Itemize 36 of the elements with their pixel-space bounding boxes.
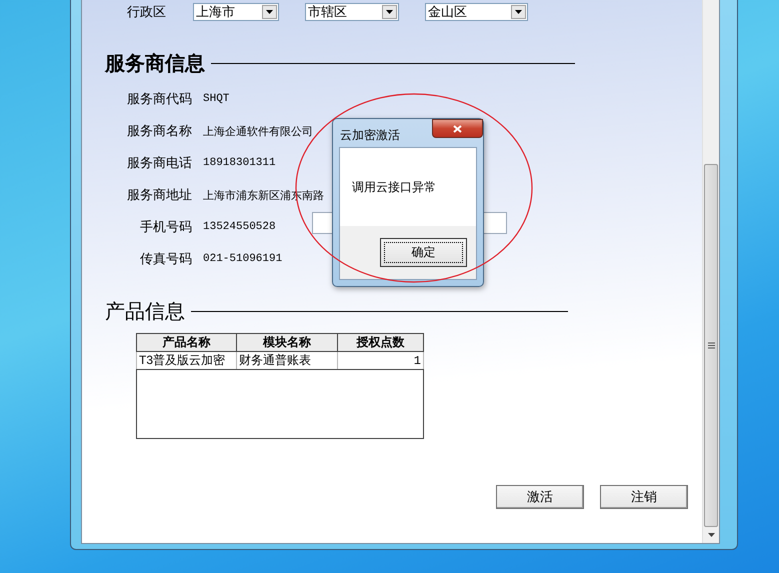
caret-icon — [386, 10, 393, 14]
field-label: 手机号码 — [139, 218, 192, 236]
field-label: 服务商名称 — [126, 122, 192, 140]
section-title: 服务商信息 — [105, 50, 205, 76]
dropdown[interactable]: 金山区 — [425, 3, 528, 21]
dialog-title: 云加密激活 — [340, 126, 400, 144]
action-button[interactable]: 注销 — [600, 485, 688, 509]
table-cell: 1 — [337, 352, 424, 370]
field-label: 服务商电话 — [126, 154, 192, 172]
dropdown[interactable]: 市辖区 — [305, 3, 399, 21]
caret-icon — [708, 533, 714, 537]
field-value: 021-51096191 — [203, 253, 282, 265]
dropdown[interactable]: 上海市 — [193, 3, 279, 21]
field-value: SHQT — [203, 93, 230, 105]
field-label: 传真号码 — [139, 250, 192, 268]
field-value: 上海企通软件有限公司 — [203, 124, 313, 138]
column-header: 授权点数 — [337, 334, 424, 352]
region-label: 行政区 — [127, 3, 167, 21]
close-icon — [453, 124, 462, 132]
table-cell: T3普及版云加密 — [136, 352, 236, 370]
ok-button[interactable]: 确定 — [380, 238, 467, 267]
dialog-message: 调用云接口异常 — [352, 178, 436, 196]
caret-icon — [266, 10, 273, 14]
scrollbar-thumb[interactable] — [704, 164, 718, 527]
grip-icon — [708, 342, 714, 349]
column-header: 产品名称 — [136, 334, 236, 352]
close-button[interactable] — [432, 119, 483, 138]
field-value: 13524550528 — [203, 221, 276, 233]
section-title: 产品信息 — [105, 298, 185, 324]
action-button[interactable]: 激活 — [496, 485, 584, 509]
caret-icon — [515, 10, 522, 14]
field-label: 服务商代码 — [126, 90, 192, 108]
field-label: 服务商地址 — [126, 186, 192, 204]
column-header: 模块名称 — [236, 334, 338, 352]
field-value: 18918301311 — [203, 157, 276, 169]
table-cell: 财务通普账表 — [236, 352, 338, 370]
